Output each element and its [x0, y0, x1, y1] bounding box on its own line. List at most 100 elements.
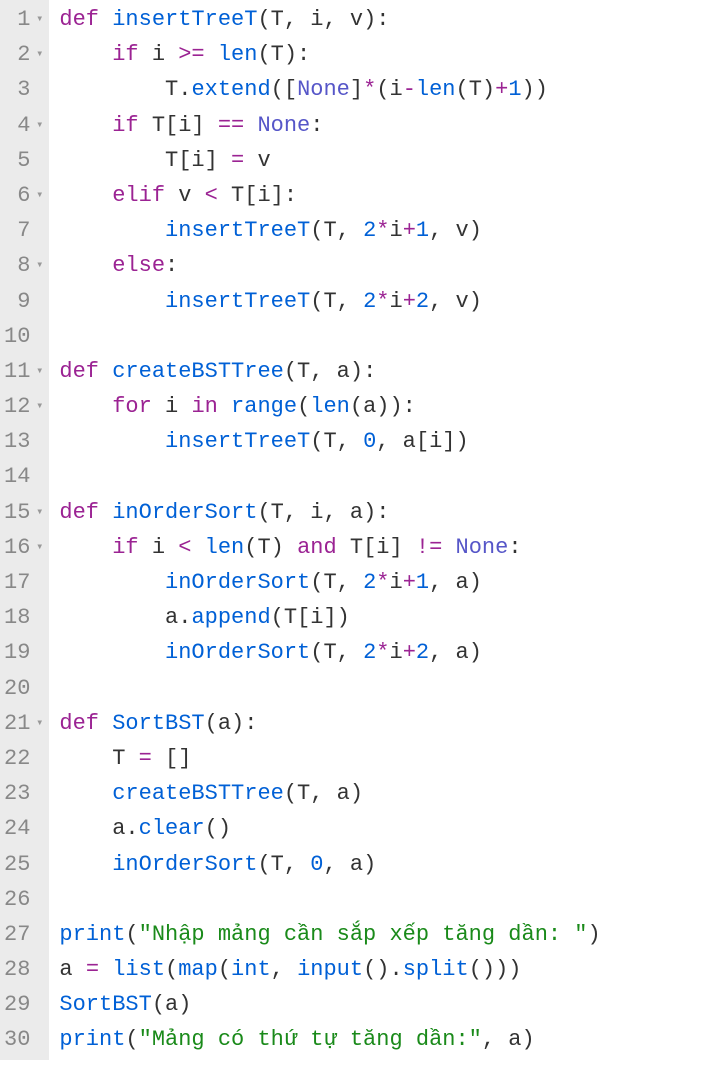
- code-token: elif: [112, 178, 165, 213]
- code-line[interactable]: a.clear(): [59, 811, 724, 846]
- line-number: 23: [4, 776, 43, 811]
- code-token: 0: [363, 424, 376, 459]
- fold-toggle-icon[interactable]: ▾: [33, 538, 43, 557]
- line-number: 30: [4, 1022, 43, 1057]
- code-token: i: [389, 635, 402, 670]
- code-line[interactable]: T = []: [59, 741, 724, 776]
- code-token: createBSTTree: [112, 354, 284, 389]
- code-line[interactable]: T[i] = v: [59, 143, 724, 178]
- code-token: 2: [363, 565, 376, 600]
- code-token: else: [112, 248, 165, 283]
- line-number: 15▾: [4, 495, 43, 530]
- line-number: 11▾: [4, 354, 43, 389]
- code-token: 2: [416, 635, 429, 670]
- code-token: (a): [152, 987, 192, 1022]
- code-token: [191, 530, 204, 565]
- code-token: 2: [363, 213, 376, 248]
- fold-toggle-icon[interactable]: ▾: [33, 503, 43, 522]
- code-line[interactable]: def insertTreeT(T, i, v):: [59, 2, 724, 37]
- code-token: range: [231, 389, 297, 424]
- code-token: (: [125, 917, 138, 952]
- fold-toggle-icon[interactable]: ▾: [33, 714, 43, 733]
- code-line[interactable]: if i < len(T) and T[i] != None:: [59, 530, 724, 565]
- code-token: >=: [178, 37, 204, 72]
- code-token: insertTreeT: [165, 284, 310, 319]
- code-line[interactable]: [59, 882, 724, 917]
- code-token: SortBST: [59, 987, 151, 1022]
- code-token: map: [178, 952, 218, 987]
- fold-toggle-icon[interactable]: ▾: [33, 116, 43, 135]
- code-token: (T[i]): [271, 600, 350, 635]
- code-token: inOrderSort: [112, 847, 257, 882]
- code-token: (: [297, 389, 310, 424]
- code-line[interactable]: SortBST(a): [59, 987, 724, 1022]
- code-line[interactable]: def inOrderSort(T, i, a):: [59, 495, 724, 530]
- code-token: 1: [416, 565, 429, 600]
- code-token: 1: [416, 213, 429, 248]
- code-token: def: [59, 354, 112, 389]
- fold-toggle-icon[interactable]: ▾: [33, 186, 43, 205]
- code-line[interactable]: for i in range(len(a)):: [59, 389, 724, 424]
- line-number: 4▾: [4, 108, 43, 143]
- code-line[interactable]: insertTreeT(T, 0, a[i]): [59, 424, 724, 459]
- code-line[interactable]: T.extend([None]*(i-len(T)+1)): [59, 72, 724, 107]
- line-number: 29: [4, 987, 43, 1022]
- code-line[interactable]: [59, 671, 724, 706]
- code-token: insertTreeT: [165, 424, 310, 459]
- code-line[interactable]: a = list(map(int, input().split())): [59, 952, 724, 987]
- code-token: in: [191, 389, 217, 424]
- code-token: (T, a):: [284, 354, 376, 389]
- code-token: i: [389, 213, 402, 248]
- code-token: 2: [363, 635, 376, 670]
- code-line[interactable]: createBSTTree(T, a): [59, 776, 724, 811]
- code-token: 2: [416, 284, 429, 319]
- line-number: 12▾: [4, 389, 43, 424]
- fold-toggle-icon[interactable]: ▾: [33, 256, 43, 275]
- line-number: 7: [4, 213, 43, 248]
- code-token: T[i]: [165, 143, 231, 178]
- code-line[interactable]: def createBSTTree(T, a):: [59, 354, 724, 389]
- code-line[interactable]: inOrderSort(T, 2*i+2, a): [59, 635, 724, 670]
- code-line[interactable]: [59, 319, 724, 354]
- code-line[interactable]: insertTreeT(T, 2*i+2, v): [59, 284, 724, 319]
- code-token: (T,: [310, 424, 363, 459]
- fold-toggle-icon[interactable]: ▾: [33, 397, 43, 416]
- code-token: insertTreeT: [165, 213, 310, 248]
- code-token: ]: [350, 72, 363, 107]
- code-token: len: [218, 37, 258, 72]
- line-number: 3: [4, 72, 43, 107]
- line-number: 2▾: [4, 37, 43, 72]
- code-line[interactable]: elif v < T[i]:: [59, 178, 724, 213]
- code-token: T[i]: [139, 108, 218, 143]
- code-line[interactable]: print("Mảng có thứ tự tăng dần:", a): [59, 1022, 724, 1057]
- fold-toggle-icon[interactable]: ▾: [33, 362, 43, 381]
- code-line[interactable]: [59, 459, 724, 494]
- code-token: +: [403, 565, 416, 600]
- code-token: , a): [323, 847, 376, 882]
- code-line[interactable]: print("Nhập mảng cần sắp xếp tăng dần: "…: [59, 917, 724, 952]
- code-area[interactable]: def insertTreeT(T, i, v): if i >= len(T)…: [49, 0, 724, 1060]
- fold-toggle-icon[interactable]: ▾: [33, 10, 43, 29]
- code-token: ())): [469, 952, 522, 987]
- code-token: +: [403, 213, 416, 248]
- code-line[interactable]: else:: [59, 248, 724, 283]
- code-line[interactable]: inOrderSort(T, 0, a): [59, 847, 724, 882]
- code-line[interactable]: inOrderSort(T, 2*i+1, a): [59, 565, 724, 600]
- code-token: "Nhập mảng cần sắp xếp tăng dần: ": [139, 917, 588, 952]
- code-token: (T):: [257, 37, 310, 72]
- fold-toggle-icon[interactable]: ▾: [33, 45, 43, 64]
- code-token: list: [112, 952, 165, 987]
- code-line[interactable]: if i >= len(T):: [59, 37, 724, 72]
- code-line[interactable]: a.append(T[i]): [59, 600, 724, 635]
- code-line[interactable]: def SortBST(a):: [59, 706, 724, 741]
- code-token: def: [59, 706, 112, 741]
- code-token: *: [376, 565, 389, 600]
- code-line[interactable]: if T[i] == None:: [59, 108, 724, 143]
- code-token: def: [59, 495, 112, 530]
- code-token: ==: [218, 108, 244, 143]
- code-token: v: [244, 143, 270, 178]
- code-token: (T, i, v):: [257, 2, 389, 37]
- code-token: (a):: [205, 706, 258, 741]
- code-line[interactable]: insertTreeT(T, 2*i+1, v): [59, 213, 724, 248]
- code-token: def: [59, 2, 112, 37]
